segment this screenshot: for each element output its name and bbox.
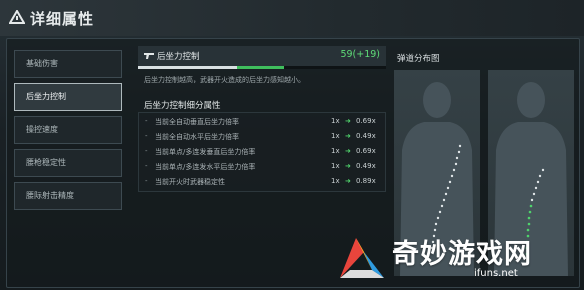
stat-label: 当前开火时武器稳定性 <box>155 178 225 186</box>
sidebar-item-hipfire-accuracy[interactable]: 腰际射击精度 <box>14 182 122 210</box>
stat-to: 0.49x <box>356 162 376 170</box>
sidebar-item-label: 后坐力控制 <box>26 92 66 101</box>
stat-to: 0.49x <box>356 132 376 140</box>
site-watermark: 奇妙游戏网 ifuns.net <box>330 228 584 290</box>
list-item: - 当前全自动水平后坐力倍率 1x ➜ 0.49x <box>145 132 383 146</box>
bullet-icon: - <box>145 177 148 185</box>
breakdown-list: - 当前全自动垂直后坐力倍率 1x ➜ 0.69x - 当前全自动水平后坐力倍率… <box>138 112 386 192</box>
sidebar-item-handling-speed[interactable]: 操控速度 <box>14 116 122 144</box>
stat-from: 1x <box>331 117 340 125</box>
watermark-title: 奇妙游戏网 <box>392 239 532 270</box>
attribute-name: 后坐力控制 <box>157 52 200 62</box>
stat-label: 当前单点/多连发水平后坐力倍率 <box>155 163 256 171</box>
sidebar-item-label: 操控速度 <box>26 125 58 134</box>
sidebar-item-hip-stability[interactable]: 腰枪稳定性 <box>14 149 122 177</box>
warning-triangle-icon <box>9 10 25 24</box>
list-item: - 当前单点/多连发水平后坐力倍率 1x ➜ 0.49x <box>145 162 383 176</box>
arrow-right-icon: ➜ <box>345 132 351 140</box>
sidebar-item-base-damage[interactable]: 基础伤害 <box>14 50 122 78</box>
sidebar-item-recoil-control[interactable]: 后坐力控制 <box>14 83 122 111</box>
attribute-value: 59(+19) <box>340 49 380 60</box>
progress-bonus-fill <box>237 66 285 69</box>
attribute-header: 后坐力控制 59(+19) <box>138 46 386 66</box>
arrow-right-icon: ➜ <box>345 147 351 155</box>
page-title: 详细属性 <box>30 10 95 28</box>
site-logo-icon <box>340 238 384 278</box>
bullet-icon: - <box>145 162 148 170</box>
stat-to: 0.69x <box>356 117 376 125</box>
bullet-icon: - <box>145 117 148 125</box>
stat-from: 1x <box>331 147 340 155</box>
sidebar-item-label: 腰际射击精度 <box>26 191 74 200</box>
attribute-progress-bar <box>138 66 386 69</box>
arrow-right-icon: ➜ <box>345 177 351 185</box>
header-bar: 详细属性 <box>0 0 584 36</box>
stat-label: 当前全自动垂直后坐力倍率 <box>155 118 239 126</box>
arrow-right-icon: ➜ <box>345 162 351 170</box>
stat-to: 0.89x <box>356 177 376 185</box>
list-item: - 当前单点/多连发垂直后坐力倍率 1x ➜ 0.69x <box>145 147 383 161</box>
list-item: - 当前全自动垂直后坐力倍率 1x ➜ 0.69x <box>145 117 383 131</box>
sidebar-item-label: 基础伤害 <box>26 59 58 68</box>
stat-from: 1x <box>331 132 340 140</box>
sidebar-item-label: 腰枪稳定性 <box>26 158 66 167</box>
attribute-description: 后坐力控制越高，武器开火造成的后坐力感知越小。 <box>144 76 305 84</box>
stat-from: 1x <box>331 162 340 170</box>
ballistics-title: 弹道分布图 <box>397 54 440 64</box>
breakdown-title: 后坐力控制细分属性 <box>144 101 221 111</box>
stat-to: 0.69x <box>356 147 376 155</box>
bullet-icon: - <box>145 132 148 140</box>
stat-from: 1x <box>331 177 340 185</box>
watermark-url: ifuns.net <box>474 268 518 279</box>
progress-base-fill <box>138 66 238 69</box>
arrow-right-icon: ➜ <box>345 117 351 125</box>
bullet-icon: - <box>145 147 148 155</box>
stat-label: 当前全自动水平后坐力倍率 <box>155 133 239 141</box>
gun-icon <box>144 53 154 59</box>
stat-label: 当前单点/多连发垂直后坐力倍率 <box>155 148 256 156</box>
list-item: - 当前开火时武器稳定性 1x ➜ 0.89x <box>145 177 383 191</box>
